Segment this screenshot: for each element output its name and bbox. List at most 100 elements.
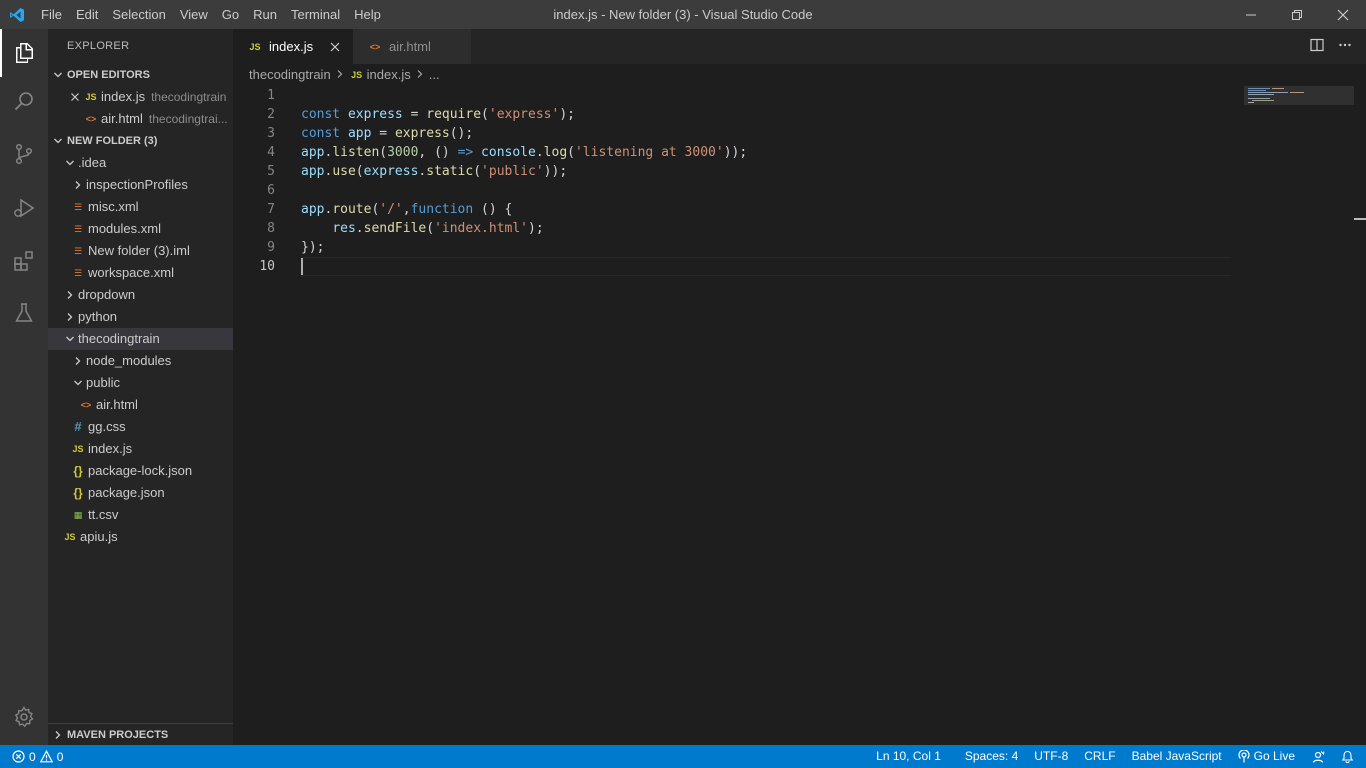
code-line[interactable]: 7 app.route('/',function () { xyxy=(233,200,1233,219)
menu-selection[interactable]: Selection xyxy=(105,0,172,29)
feedback-button[interactable] xyxy=(1303,745,1333,768)
menu-run[interactable]: Run xyxy=(246,0,284,29)
tree-folder-node-modules[interactable]: node_modules xyxy=(48,350,233,372)
cursor-position[interactable]: Ln 10, Col 1 xyxy=(868,745,949,768)
tree-file-index-js[interactable]: JS index.js xyxy=(48,438,233,460)
activity-explorer[interactable] xyxy=(0,29,48,77)
menu-edit[interactable]: Edit xyxy=(69,0,105,29)
code-token: , xyxy=(402,202,411,217)
chevron-right-icon xyxy=(336,64,344,86)
flask-icon xyxy=(15,303,33,322)
tab-index-js[interactable]: JS index.js xyxy=(233,29,353,64)
code-line[interactable]: 8 res.sendFile('index.html'); xyxy=(233,219,1233,238)
tree-folder-dropdown[interactable]: dropdown xyxy=(48,284,233,306)
code-token: function xyxy=(410,202,474,217)
encoding[interactable]: UTF-8 xyxy=(1026,745,1076,768)
chevron-right-icon xyxy=(48,730,67,740)
vertical-scrollbar[interactable] xyxy=(1354,86,1366,745)
breadcrumb-more[interactable]: ... xyxy=(429,64,440,86)
menu-help[interactable]: Help xyxy=(347,0,388,29)
tree-file-package-json[interactable]: {} package.json xyxy=(48,482,233,504)
minimize-button[interactable] xyxy=(1228,0,1274,29)
tree-folder-inspectionprofiles[interactable]: inspectionProfiles xyxy=(48,174,233,196)
close-window-button[interactable] xyxy=(1320,0,1366,29)
menu-file[interactable]: File xyxy=(34,0,69,29)
tree-label: package.json xyxy=(88,485,165,500)
menu-go[interactable]: Go xyxy=(215,0,246,29)
go-live-button[interactable]: Go Live xyxy=(1230,745,1303,768)
code-token: . xyxy=(355,221,364,236)
line-number: 9 xyxy=(267,240,275,255)
notifications-button[interactable] xyxy=(1333,745,1366,768)
chevron-right-icon xyxy=(416,64,424,86)
open-editor-item[interactable]: <> air.html thecodingtrai... xyxy=(48,108,233,130)
more-actions-icon[interactable] xyxy=(1338,38,1352,55)
split-editor-icon[interactable] xyxy=(1310,38,1324,55)
tree-file-iml[interactable]: ☰ New folder (3).iml xyxy=(48,240,233,262)
line-content xyxy=(275,257,301,276)
end-of-line[interactable]: CRLF xyxy=(1076,745,1123,768)
code-token: express xyxy=(394,126,450,141)
folder-label: NEW FOLDER (3) xyxy=(67,135,158,147)
line-content xyxy=(275,86,301,105)
chevron-right-icon xyxy=(70,180,86,190)
activity-run-debug[interactable] xyxy=(0,184,48,232)
tree-file-modules-xml[interactable]: ☰ modules.xml xyxy=(48,218,233,240)
tree-label: modules.xml xyxy=(88,221,161,236)
open-editor-item[interactable]: JS index.js thecodingtrain xyxy=(48,86,233,108)
close-tab-icon[interactable] xyxy=(327,42,343,52)
breadcrumb-folder[interactable]: thecodingtrain xyxy=(249,64,331,86)
tree-file-apiu-js[interactable]: JS apiu.js xyxy=(48,526,233,548)
code-line[interactable]: 4 app.listen(3000, () => console.log('lis… xyxy=(233,143,1233,162)
restore-button[interactable] xyxy=(1274,0,1320,29)
indentation[interactable]: Spaces: 4 xyxy=(957,745,1026,768)
status-right: Ln 10, Col 1 Spaces: 4 UTF-8 CRLF Babel … xyxy=(868,745,1366,768)
chevron-right-icon xyxy=(62,312,78,322)
tree-folder-idea[interactable]: .idea xyxy=(48,152,233,174)
tab-air-html[interactable]: <> air.html xyxy=(353,29,471,64)
activity-source-control[interactable] xyxy=(0,130,48,178)
folder-header[interactable]: NEW FOLDER (3) xyxy=(48,130,233,152)
tree-folder-python[interactable]: python xyxy=(48,306,233,328)
tree-file-package-lock-json[interactable]: {} package-lock.json xyxy=(48,460,233,482)
tree-label: gg.css xyxy=(88,419,126,434)
tree-file-tt-csv[interactable]: ▦ tt.csv xyxy=(48,504,233,526)
menu-bar: File Edit Selection View Go Run Terminal… xyxy=(34,0,388,29)
tree-folder-public[interactable]: public xyxy=(48,372,233,394)
problems-indicator[interactable]: 0 0 xyxy=(0,750,63,764)
tree-file-gg-css[interactable]: # gg.css xyxy=(48,416,233,438)
close-icon[interactable] xyxy=(67,92,83,102)
code-line[interactable]: 1 xyxy=(233,86,1233,105)
bell-icon xyxy=(1341,750,1354,763)
minimap[interactable] xyxy=(1244,86,1354,106)
vscode-logo-icon[interactable] xyxy=(0,0,34,29)
tab-label: air.html xyxy=(389,39,431,54)
maven-projects-header[interactable]: MAVEN PROJECTS xyxy=(48,723,233,745)
menu-view[interactable]: View xyxy=(173,0,215,29)
activity-manage[interactable] xyxy=(0,693,48,741)
chevron-down-icon xyxy=(70,378,86,388)
tree-file-air-html[interactable]: <> air.html xyxy=(48,394,233,416)
feedback-icon xyxy=(1312,750,1325,763)
activity-extensions[interactable] xyxy=(0,237,48,285)
code-line[interactable]: 3 const app = express(); xyxy=(233,124,1233,143)
code-line[interactable]: 2 const express = require('express'); xyxy=(233,105,1233,124)
activity-testing[interactable] xyxy=(0,289,48,337)
code-line[interactable]: 6 xyxy=(233,181,1233,200)
editor-actions xyxy=(1310,29,1352,64)
editor-area: JS index.js <> air.html thecodingtrain J… xyxy=(233,29,1366,745)
menu-terminal[interactable]: Terminal xyxy=(284,0,347,29)
tree-folder-thecodingtrain[interactable]: thecodingtrain xyxy=(48,328,233,350)
open-editors-header[interactable]: OPEN EDITORS xyxy=(48,64,233,86)
code-editor[interactable]: 1 2 const express = require('express'); 3 co… xyxy=(233,86,1233,276)
code-line[interactable]: 5 app.use(express.static('public')); xyxy=(233,162,1233,181)
breadcrumb-file[interactable]: index.js xyxy=(367,64,411,86)
tree-file-misc-xml[interactable]: ☰ misc.xml xyxy=(48,196,233,218)
chevron-right-icon xyxy=(62,290,78,300)
code-line[interactable]: 10 xyxy=(233,257,1233,276)
text-cursor xyxy=(301,258,303,275)
code-line[interactable]: 9}); xyxy=(233,238,1233,257)
activity-search[interactable] xyxy=(0,77,48,125)
language-mode[interactable]: Babel JavaScript xyxy=(1124,745,1230,768)
tree-file-workspace-xml[interactable]: ☰ workspace.xml xyxy=(48,262,233,284)
